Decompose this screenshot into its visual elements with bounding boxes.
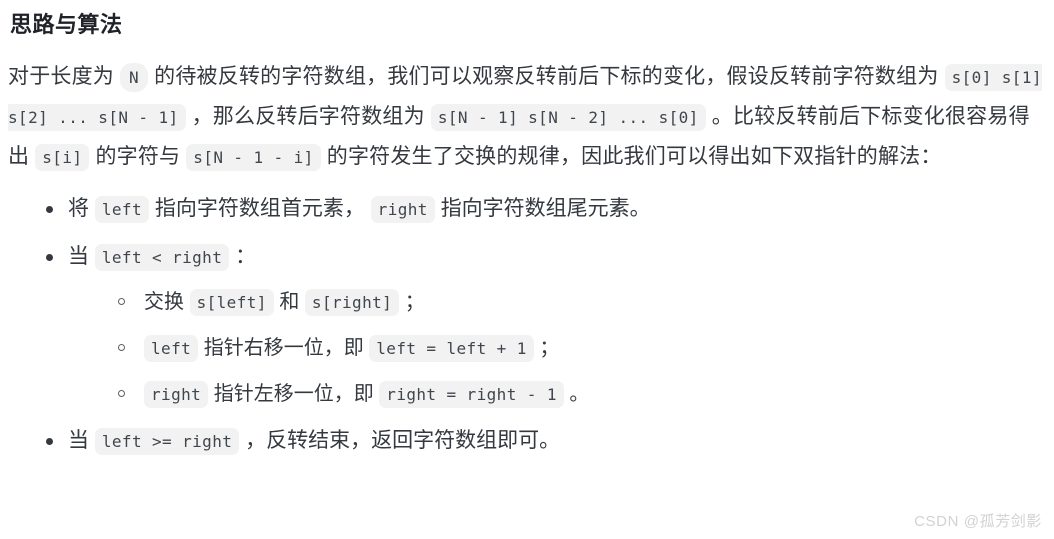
paragraph-text-1: 对于长度为 [8, 64, 114, 88]
substep-swap: 交换 s[left] 和 s[right] ； [118, 285, 1046, 320]
csdn-watermark: CSDN @孤芳剑影 [914, 513, 1042, 530]
inline-code-snmi: s[N - 1 - i] [186, 143, 321, 171]
substep-right-move-code-2: right = right - 1 [379, 380, 564, 408]
substep-swap-text-0: 交换 [144, 290, 184, 313]
inline-code-n: N [120, 62, 149, 92]
substep-right-move: right 指针左移一位，即 right = right - 1 。 [118, 377, 1046, 412]
step-init-text-2: 指向字符数组首元素， [154, 196, 365, 220]
step-loop: 当 left < right ： 交换 s[left] 和 s[right] ；… [46, 239, 1046, 412]
step-init: 将 left 指向字符数组首元素， right 指向字符数组尾元素。 [46, 191, 1046, 228]
step-init-text-4: 指向字符数组尾元素。 [440, 196, 651, 220]
step-end-code-1: left >= right [94, 427, 240, 455]
paragraph-text-3: ，那么反转后字符数组为 [191, 104, 425, 128]
substep-left-move-code-2: left = left + 1 [369, 334, 534, 362]
inline-code-after-array: s[N - 1] s[N - 2] ... s[0] [430, 103, 706, 131]
substep-swap-code-1: s[left] [189, 288, 274, 316]
step-loop-text-2: ： [235, 244, 257, 268]
substep-left-move-text-3: ； [539, 336, 560, 359]
step-end-text-2: ，反转结束，返回字符数组即可。 [245, 428, 561, 452]
intro-paragraph: 对于长度为 N 的待被反转的字符数组，我们可以观察反转前后下标的变化，假设反转前… [8, 57, 1046, 177]
substep-right-move-text-3: 。 [569, 382, 590, 405]
paragraph-text-5: 的字符与 [95, 144, 181, 168]
step-init-text-0: 将 [68, 196, 89, 220]
substep-left-move: left 指针右移一位，即 left = left + 1 ； [118, 331, 1046, 366]
step-end: 当 left >= right ，反转结束，返回字符数组即可。 [46, 423, 1046, 460]
substep-left-move-text-1: 指针右移一位，即 [203, 336, 364, 359]
page-title: 思路与算法 [10, 12, 123, 37]
inline-code-si: s[i] [35, 143, 90, 171]
substep-right-move-code-0: right [144, 380, 209, 408]
substep-swap-text-4: ； [404, 290, 425, 313]
paragraph-text-6: 的字符发生了交换的规律，因此我们可以得出如下双指针的解法： [326, 144, 942, 168]
step-init-code-3: right [370, 195, 435, 223]
step-init-code-1: left [94, 195, 149, 223]
substep-right-move-text-1: 指针左移一位，即 [213, 382, 374, 405]
step-end-text-0: 当 [68, 428, 89, 452]
algorithm-steps-list: 将 left 指向字符数组首元素， right 指向字符数组尾元素。 当 lef… [6, 191, 1046, 460]
substep-left-move-code-0: left [144, 334, 199, 362]
step-loop-code-1: left < right [94, 243, 230, 271]
step-loop-substeps: 交换 s[left] 和 s[right] ； left 指针右移一位，即 le… [68, 285, 1046, 412]
substep-swap-text-2: 和 [279, 290, 300, 313]
substep-swap-code-3: s[right] [304, 288, 400, 316]
article-page: 思路与算法 对于长度为 N 的待被反转的字符数组，我们可以观察反转前后下标的变化… [0, 0, 1054, 539]
paragraph-text-2: 的待被反转的字符数组，我们可以观察反转前后下标的变化，假设反转前字符数组为 [154, 64, 939, 88]
step-loop-text-0: 当 [68, 244, 89, 268]
